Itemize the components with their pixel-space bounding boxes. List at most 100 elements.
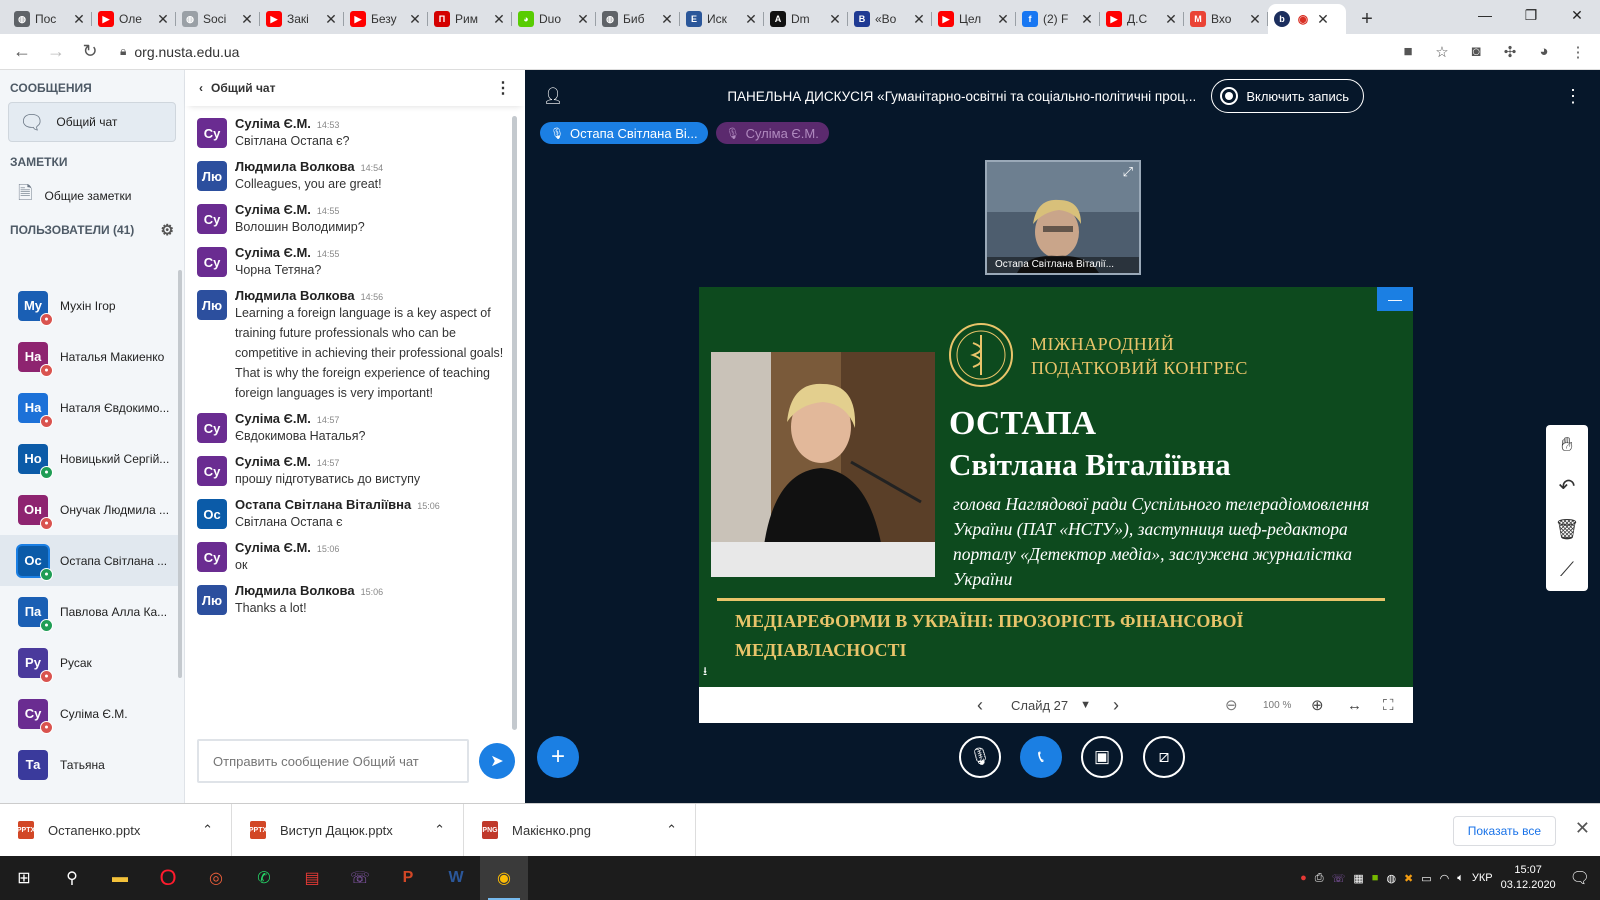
browser-tab[interactable]: П Рим ✕ (428, 4, 512, 34)
chat-back-button[interactable]: ‹ Общий чат (199, 81, 275, 95)
minimize-presentation-button[interactable]: — (1377, 287, 1413, 311)
public-chat-item[interactable]: 🗨︎ Общий чат (8, 102, 176, 142)
forward-icon[interactable]: → (42, 38, 70, 66)
webcam-video[interactable]: ⤢ Остапа Світлана Віталії... (985, 160, 1141, 275)
address-bar[interactable]: 🔒︎ org.nusta.edu.ua (110, 38, 1388, 66)
chevron-up-icon[interactable]: ⌃ (202, 822, 213, 838)
meeting-options-icon[interactable]: ⋮ (1564, 86, 1582, 107)
user-list-item[interactable]: Он ● Онучак Людмила ... (0, 484, 178, 535)
close-window-icon[interactable]: ✕ (1554, 0, 1600, 30)
browser-tab[interactable]: A Dm ✕ (764, 4, 848, 34)
close-tab-icon[interactable]: ✕ (912, 11, 926, 28)
browser-tab[interactable]: f (2) F ✕ (1016, 4, 1100, 34)
reload-icon[interactable]: ↻ (76, 38, 104, 66)
powerpoint-icon[interactable]: P (384, 856, 432, 900)
volume-icon[interactable]: 🔈︎ (1457, 872, 1464, 885)
chat-scrollbar[interactable] (512, 116, 517, 730)
close-tab-icon[interactable]: ✕ (1080, 11, 1094, 28)
record-button[interactable]: Включить запись (1211, 79, 1365, 113)
download-item[interactable]: PNG Макієнко.png ⌃ (464, 803, 696, 857)
profile-avatar[interactable]: ◕ (1530, 38, 1558, 66)
word-icon[interactable]: W (432, 856, 480, 900)
browser-tab[interactable]: ▶ Оле ✕ (92, 4, 176, 34)
user-list-item[interactable]: Па ● Павлова Алла Ка... (0, 586, 178, 637)
search-icon[interactable]: ⚲ (48, 856, 96, 900)
circle-tray-icon[interactable]: ◍ (1386, 872, 1396, 885)
fullscreen-webcam-icon[interactable]: ⤢ (1123, 164, 1133, 180)
chat-message-input[interactable] (197, 739, 469, 783)
zoom-in-icon[interactable]: ⊕ (1311, 696, 1324, 714)
browser-tab[interactable]: M Вхо ✕ (1184, 4, 1268, 34)
close-tab-icon[interactable]: ✕ (1316, 11, 1330, 28)
battery-icon[interactable]: ▭ (1421, 872, 1431, 885)
pdf-app-icon[interactable]: ▤ (288, 856, 336, 900)
send-button[interactable]: ➤ (479, 743, 515, 779)
talking-indicator[interactable]: 🎙︎ Суліма Є.М. (715, 122, 829, 144)
browser-tab[interactable]: B «Во ✕ (848, 4, 932, 34)
chat-options-icon[interactable]: ⋮ (495, 78, 511, 98)
browser-tab[interactable]: ▶ Цел ✕ (932, 4, 1016, 34)
user-list-item[interactable]: Та Татьяна (0, 739, 178, 790)
talking-indicator[interactable]: 🎙︎ Остапа Світлана Ві... (540, 122, 708, 144)
user-list-item[interactable] (0, 270, 178, 280)
download-icon[interactable]: ⭳ (703, 662, 707, 683)
minimize-icon[interactable]: — (1462, 0, 1508, 30)
close-tab-icon[interactable]: ✕ (1164, 11, 1178, 28)
viber-icon[interactable]: ☏ (336, 856, 384, 900)
tools-tray-icon[interactable]: ✖ (1404, 872, 1413, 885)
browser-tab[interactable]: ◍ Пос ✕ (8, 4, 92, 34)
close-tab-icon[interactable]: ✕ (156, 11, 170, 28)
close-tab-icon[interactable]: ✕ (996, 11, 1010, 28)
unmute-button[interactable]: 🎙︎ (959, 736, 1001, 778)
close-downloads-icon[interactable]: ✕ (1575, 818, 1590, 839)
user-list-item[interactable]: На ● Наталья Макиенко (0, 331, 178, 382)
network-adapter-icon[interactable]: ▦ (1353, 872, 1363, 885)
close-tab-icon[interactable]: ✕ (828, 11, 842, 28)
zoom-out-icon[interactable]: ⊖ (1225, 696, 1238, 714)
next-slide-button[interactable]: › (1113, 695, 1119, 716)
new-tab-button[interactable]: + (1352, 4, 1382, 34)
share-webcam-button[interactable]: ▣ (1081, 736, 1123, 778)
close-tab-icon[interactable]: ✕ (72, 11, 86, 28)
fullscreen-icon[interactable]: ⛶ (1383, 697, 1394, 714)
close-tab-icon[interactable]: ✕ (492, 11, 506, 28)
clock[interactable]: 15:07 03.12.2020 (1501, 863, 1556, 893)
maximize-icon[interactable]: ❐ (1508, 0, 1554, 30)
gear-icon[interactable]: ⚙ (161, 221, 174, 239)
browser-menu-icon[interactable]: ⋮ (1564, 38, 1592, 66)
browser-tab[interactable]: E Иск ✕ (680, 4, 764, 34)
user-list-item[interactable]: На ● Наталя Євдокимо... (0, 382, 178, 433)
close-tab-icon[interactable]: ✕ (408, 11, 422, 28)
shared-notes-item[interactable]: 🗎 Общие заметки (8, 176, 176, 216)
extensions-icon[interactable]: ✣ (1496, 38, 1524, 66)
close-tab-icon[interactable]: ✕ (744, 11, 758, 28)
user-list-item[interactable]: Му ● Мухін Ігор (0, 280, 178, 331)
tab-active[interactable]: b ◉ ✕ (1268, 4, 1346, 34)
user-list-item[interactable]: Ру ● Русак (0, 637, 178, 688)
browser-tab[interactable]: ▶ Закі ✕ (260, 4, 344, 34)
undo-icon[interactable]: ↶ (1559, 474, 1576, 499)
trash-icon[interactable]: 🗑︎ (1554, 517, 1579, 542)
screenshot-icon[interactable]: ◙ (1462, 38, 1490, 66)
download-item[interactable]: PPTX Остапенко.pptx ⌃ (0, 803, 232, 857)
windows-start-icon[interactable]: ⊞ (0, 856, 48, 900)
nvidia-icon[interactable]: ■ (1372, 872, 1379, 884)
slide-selector[interactable]: Слайд 27 ▼ (1011, 698, 1091, 713)
wifi-icon[interactable]: ◠ (1440, 872, 1450, 885)
show-all-downloads-button[interactable]: Показать все (1452, 816, 1556, 846)
previous-slide-button[interactable]: ‹ (977, 695, 983, 716)
close-tab-icon[interactable]: ✕ (1248, 11, 1262, 28)
opera-icon[interactable]: O (144, 856, 192, 900)
fit-width-icon[interactable]: ↔ (1347, 697, 1362, 714)
camera-blocked-icon[interactable]: ■ (1394, 38, 1422, 66)
close-tab-icon[interactable]: ✕ (324, 11, 338, 28)
browser-tab[interactable]: ▶ Д.С ✕ (1100, 4, 1184, 34)
actions-button[interactable]: + (537, 736, 579, 778)
download-item[interactable]: PPTX Виступ Дацюк.pptx ⌃ (232, 803, 464, 857)
whatsapp-icon[interactable]: ✆ (240, 856, 288, 900)
close-tab-icon[interactable]: ✕ (240, 11, 254, 28)
chevron-up-icon[interactable]: ⌃ (666, 822, 677, 838)
hand-tool-icon[interactable]: ✋︎ (1561, 434, 1572, 457)
back-icon[interactable]: ← (8, 38, 36, 66)
multi-user-whiteboard-icon[interactable]: ⟋ (1560, 559, 1574, 582)
